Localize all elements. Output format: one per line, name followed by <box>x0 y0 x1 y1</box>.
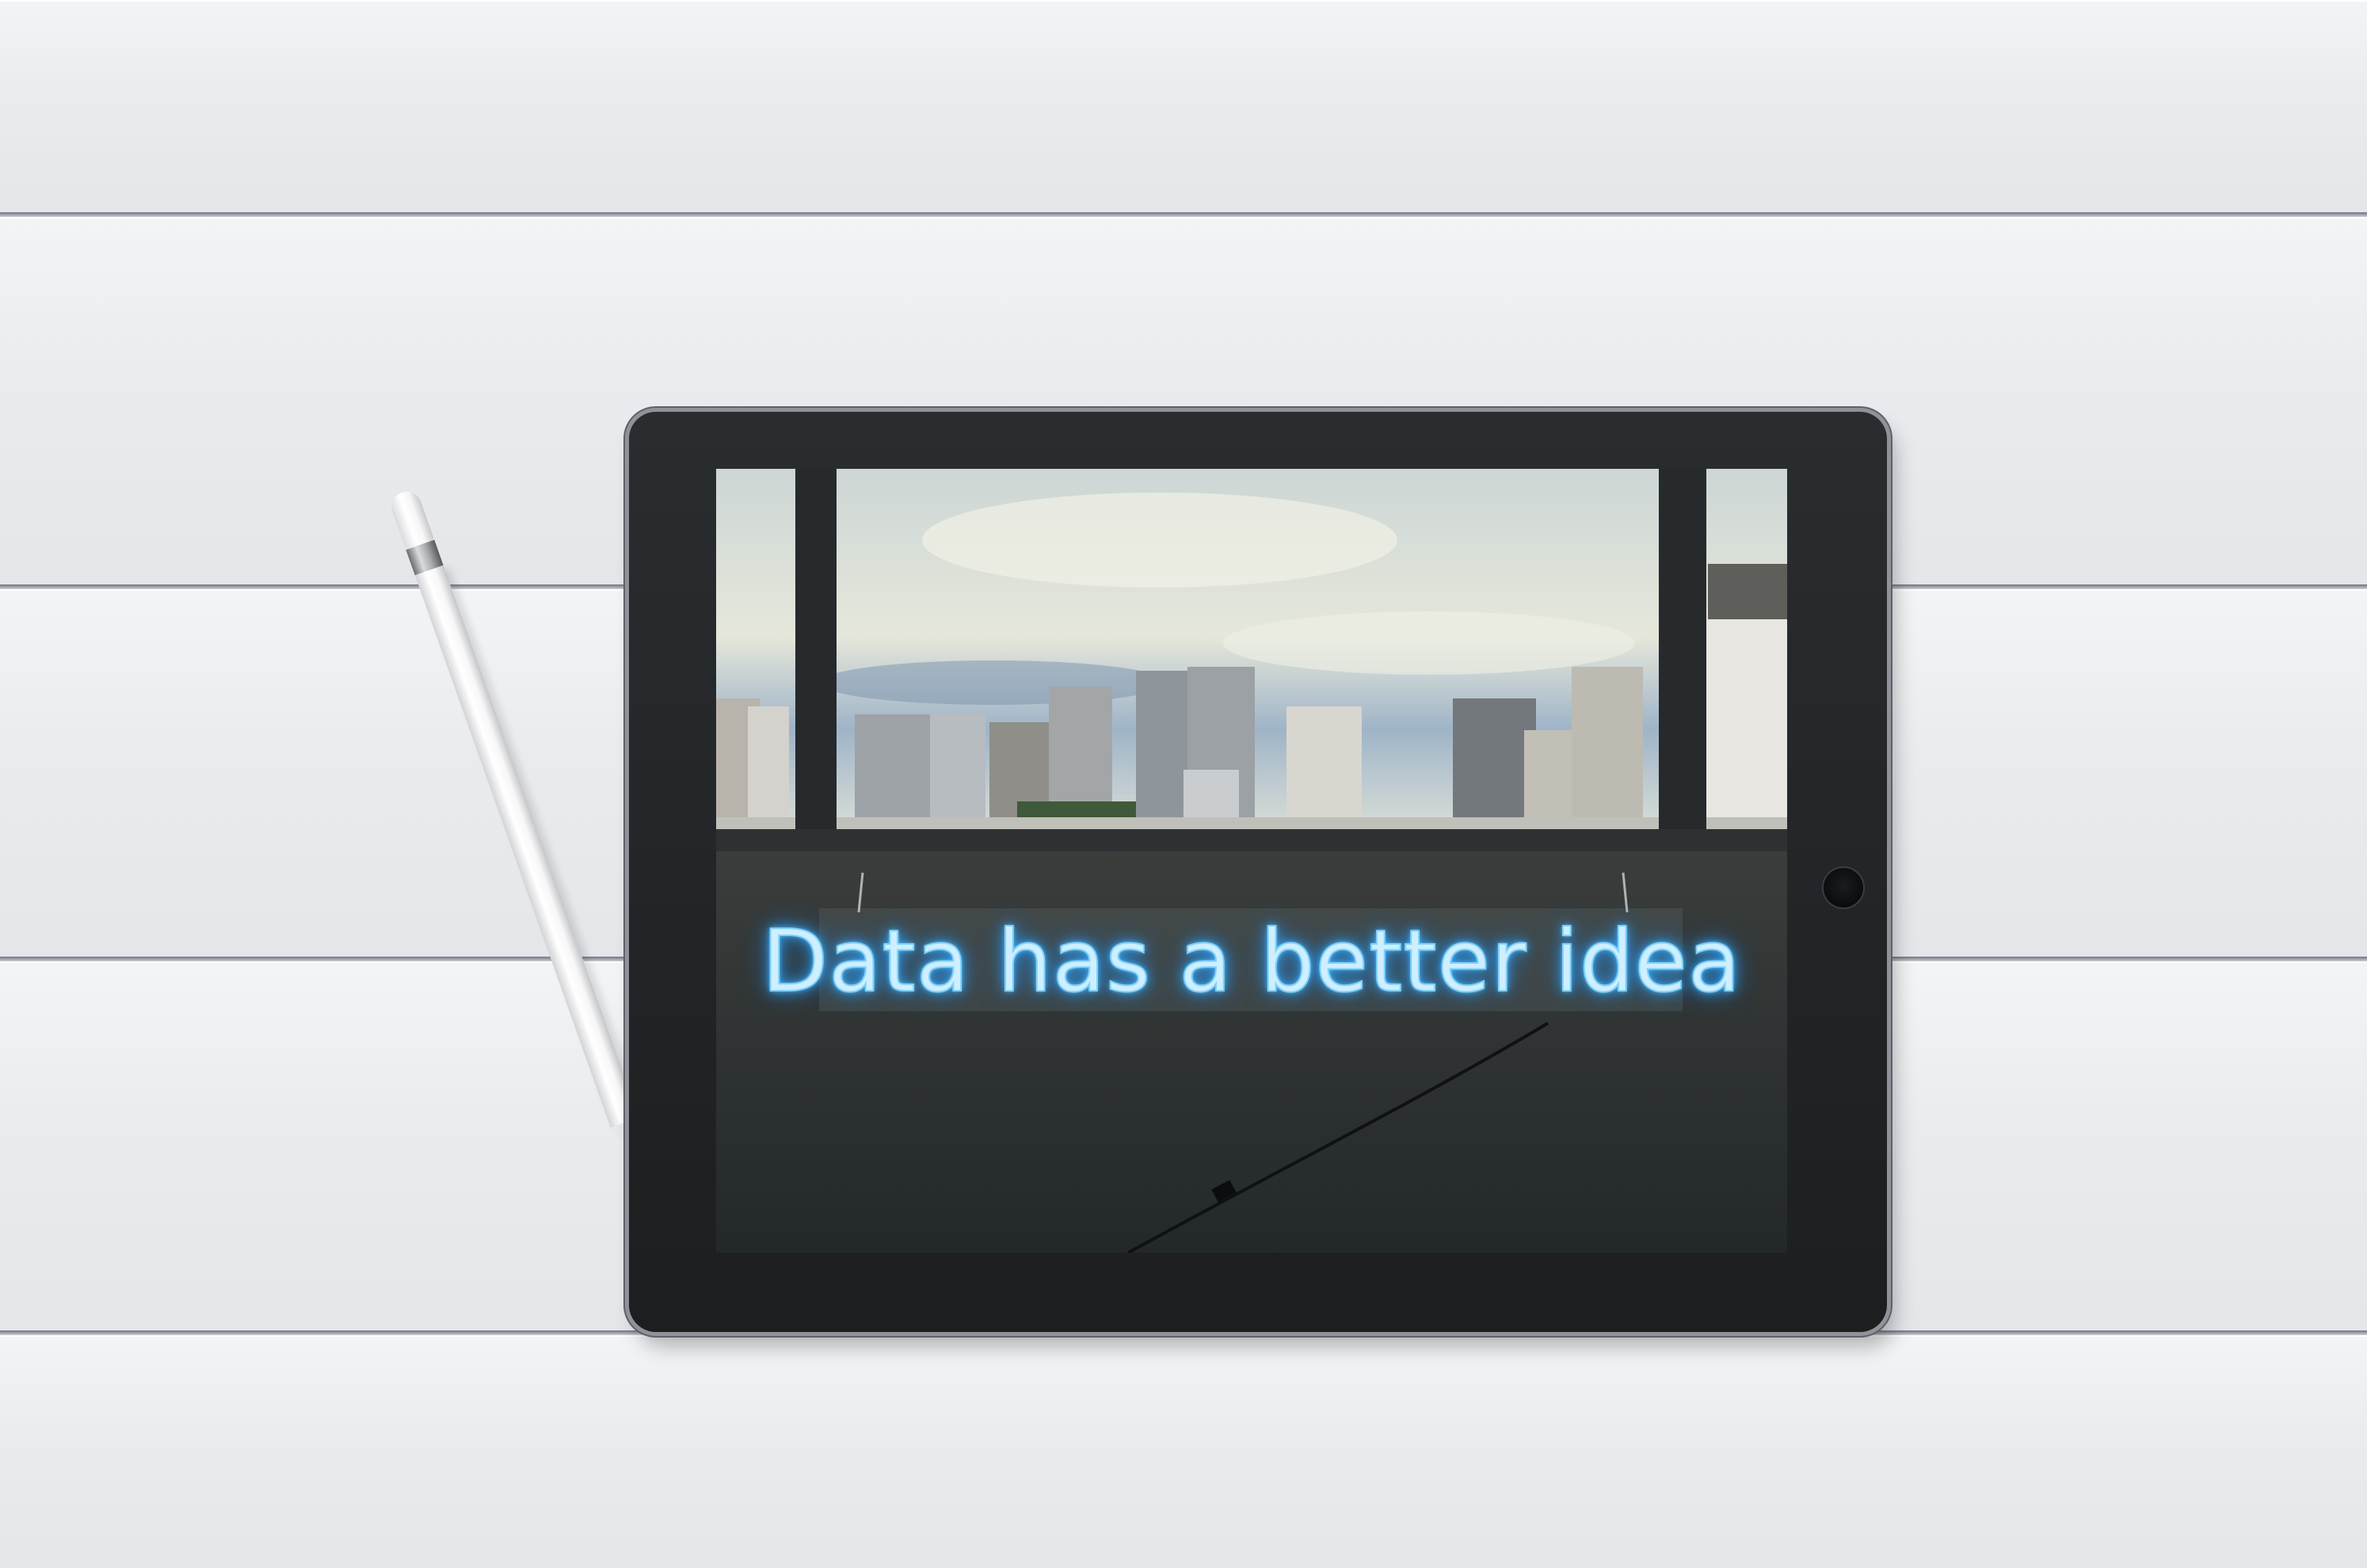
neon-sign-text: Data has a better idea <box>761 911 1741 1012</box>
tablet-screen: Data has a better idea <box>716 469 1787 1253</box>
cloud <box>1223 611 1635 675</box>
window-mullion <box>1659 469 1706 841</box>
plank <box>0 1335 2367 1568</box>
window-sill <box>716 829 1787 851</box>
cloud <box>922 493 1397 588</box>
home-button <box>1822 866 1865 909</box>
plank <box>0 0 2367 212</box>
screen-photo <box>716 469 1787 1253</box>
tablet-device: Data has a better idea <box>629 412 1887 1332</box>
cloud <box>819 660 1168 705</box>
window-mullion <box>795 469 837 841</box>
